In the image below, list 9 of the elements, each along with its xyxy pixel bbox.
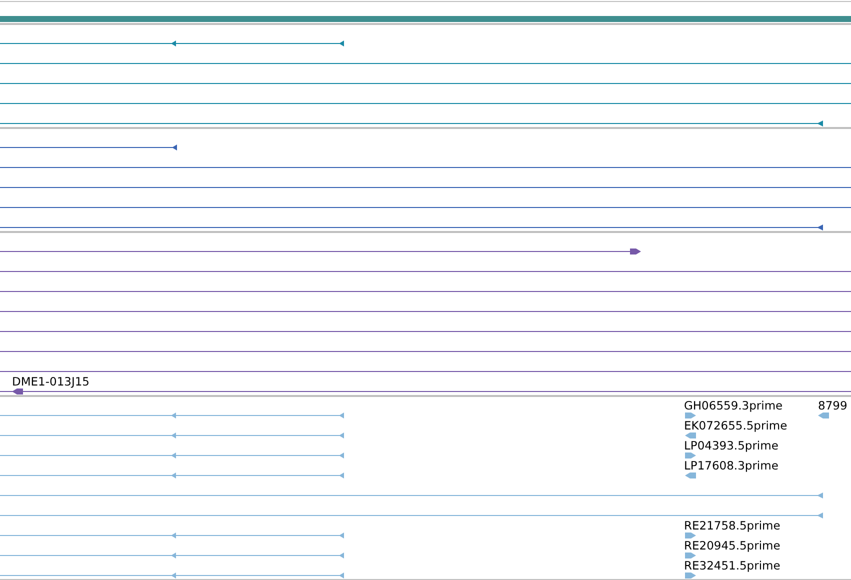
feature-label: EK072655.5prime xyxy=(684,418,788,432)
feature-label: LP17608.3prime xyxy=(684,458,778,472)
feature-label: DME1-013J15 xyxy=(12,374,90,388)
feature-label: 8799 xyxy=(818,398,848,412)
feature-label: GH06559.3prime xyxy=(684,398,783,412)
feature-label: RE21758.5prime xyxy=(684,518,780,532)
feature-label: LP04393.5prime xyxy=(684,438,778,452)
feature-label: RE20945.5prime xyxy=(684,538,780,552)
feature-label: RE32451.5prime xyxy=(684,558,780,572)
